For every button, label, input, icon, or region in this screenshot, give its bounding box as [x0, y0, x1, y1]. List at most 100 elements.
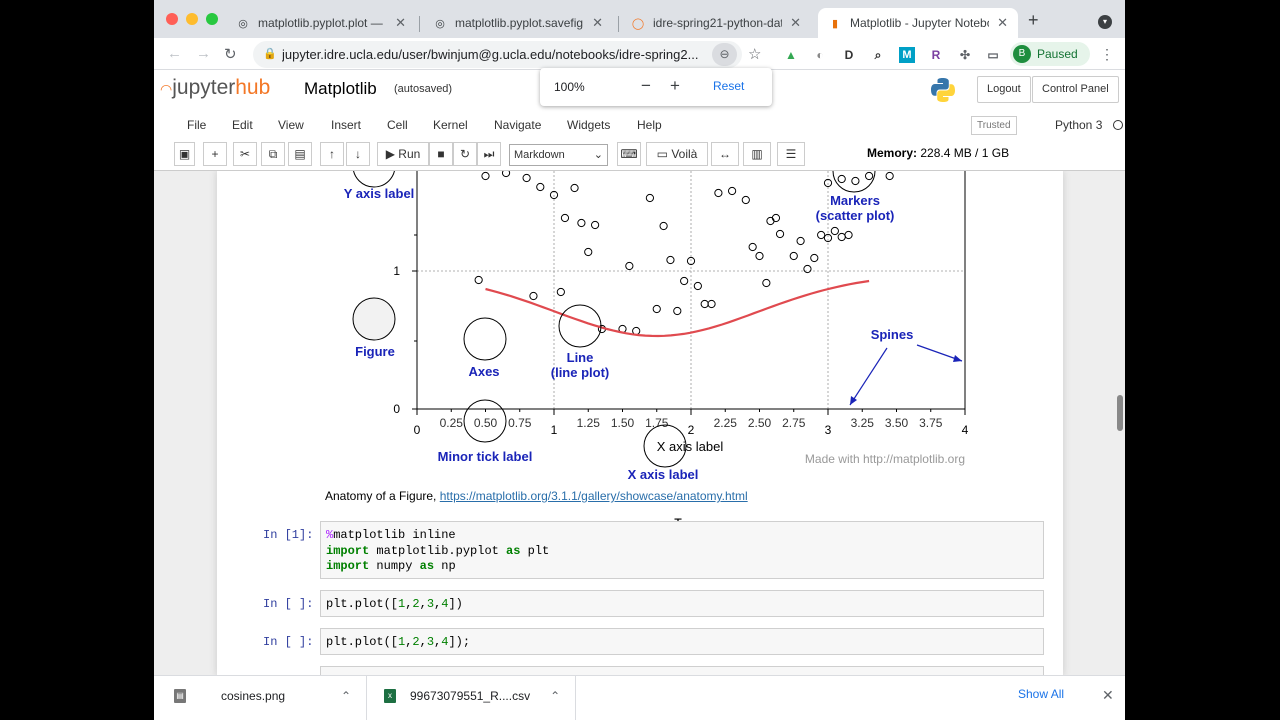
bar-chart-icon[interactable]: ▥ — [743, 142, 771, 166]
code-cell-4[interactable] — [320, 666, 1044, 675]
zoom-in-button[interactable]: + — [670, 76, 680, 96]
tab-search-icon[interactable]: ▾ — [1098, 15, 1112, 29]
minor-tick-label-annotation: Minor tick label — [438, 449, 533, 464]
tab-matplotlib-plot[interactable]: ◎ matplotlib.pyplot.plot — Ma ✕ — [226, 8, 416, 38]
download-item-csv[interactable]: x 99673079551_R....csv ⌃ — [384, 689, 564, 703]
menu-edit[interactable]: Edit — [232, 118, 253, 132]
chevron-up-icon[interactable]: ⌃ — [550, 689, 560, 703]
address-bar[interactable]: 🔒 jupyter.idre.ucla.edu/user/bwinjum@g.u… — [253, 41, 742, 68]
restart-icon[interactable]: ↻ — [453, 142, 477, 166]
y-tick-label: 0 — [393, 402, 400, 416]
control-panel-button[interactable]: Control Panel — [1032, 76, 1119, 103]
extension-r-icon[interactable]: R — [928, 47, 944, 63]
x-minor-tick-label: 3.50 — [885, 416, 909, 430]
code-cell-2[interactable]: plt.plot([1,2,3,4]) — [320, 590, 1044, 617]
logout-button[interactable]: Logout — [977, 76, 1031, 103]
extension-circle-icon[interactable]: ◐ — [812, 47, 828, 63]
cut-icon[interactable]: ✂ — [233, 142, 257, 166]
maximize-window-icon[interactable] — [206, 13, 218, 25]
close-tab-icon[interactable]: ✕ — [395, 15, 406, 31]
show-all-button[interactable]: Show All — [1018, 687, 1064, 701]
x-major-tick-label: 0 — [414, 423, 421, 437]
zoom-reset-button[interactable]: Reset — [713, 79, 744, 93]
forward-icon[interactable]: → — [196, 45, 211, 62]
browser-menu-icon[interactable]: ⋮ — [1100, 46, 1114, 63]
menu-help[interactable]: Help — [637, 118, 662, 132]
minimize-window-icon[interactable] — [186, 13, 198, 25]
anatomy-link[interactable]: https://matplotlib.org/3.1.1/gallery/sho… — [440, 489, 748, 503]
save-icon[interactable]: ▣ — [174, 142, 195, 166]
scatter-marker — [700, 299, 709, 309]
copy-icon[interactable]: ⧉ — [261, 142, 285, 166]
python-logo-icon — [931, 78, 955, 102]
bookmark-star-icon[interactable]: ☆ — [748, 45, 761, 63]
close-downloads-icon[interactable]: ✕ — [1102, 687, 1114, 704]
menu-kernel[interactable]: Kernel — [433, 118, 468, 132]
extensions-puzzle-icon[interactable]: ✣ — [957, 47, 973, 63]
menu-navigate[interactable]: Navigate — [494, 118, 541, 132]
profile-button[interactable]: B Paused — [1010, 42, 1090, 66]
x-axis-label-annotation: X axis label — [628, 467, 699, 482]
extension-m-icon[interactable]: M — [899, 47, 915, 63]
made-with-text: Made with http://matplotlib.org — [805, 452, 965, 466]
extension-search-icon[interactable]: ⌕ — [870, 47, 886, 63]
zoom-out-button[interactable]: − — [641, 76, 651, 96]
scrollbar-thumb[interactable] — [1117, 395, 1123, 431]
new-tab-icon[interactable]: + — [1028, 10, 1039, 31]
code-cell-3[interactable]: plt.plot([1,2,3,4]); — [320, 628, 1044, 655]
scatter-marker — [666, 255, 675, 265]
close-window-icon[interactable] — [166, 13, 178, 25]
code-cell-1[interactable]: %matplotlib inline import matplotlib.pyp… — [320, 521, 1044, 579]
run-button[interactable]: ▶ Run — [377, 142, 429, 166]
download-item-png[interactable]: ▤ cosines.png ⌃ — [174, 689, 354, 703]
paste-icon[interactable]: ▤ — [288, 142, 312, 166]
line-annotation: Line — [567, 350, 594, 365]
close-tab-icon[interactable]: ✕ — [790, 15, 801, 31]
code-line: plt.plot([1,2,3,4]) — [326, 597, 463, 611]
back-icon[interactable]: ← — [167, 45, 182, 62]
menu-file[interactable]: File — [187, 118, 206, 132]
trusted-badge[interactable]: Trusted — [971, 116, 1017, 135]
url-text[interactable]: jupyter.idre.ucla.edu/user/bwinjum@g.ucl… — [282, 47, 702, 62]
notebook-menubar: File Edit View Insert Cell Kernel Naviga… — [171, 114, 1123, 136]
move-up-icon[interactable]: ↑ — [320, 142, 344, 166]
expand-icon[interactable]: ↔ — [711, 142, 739, 166]
zoom-icon[interactable]: ⊖ — [712, 43, 737, 66]
code-line: import matplotlib.pyplot as plt — [326, 543, 550, 558]
menu-widgets[interactable]: Widgets — [567, 118, 610, 132]
move-down-icon[interactable]: ↓ — [346, 142, 370, 166]
tab-matplotlib-notebook[interactable]: ▮ Matplotlib - Jupyter Notebo ✕ — [818, 8, 1018, 38]
scatter-marker — [851, 176, 860, 186]
scatter-marker — [762, 278, 771, 288]
notebook-title[interactable]: Matplotlib — [304, 79, 377, 99]
reload-icon[interactable]: ↻ — [224, 45, 237, 63]
menu-insert[interactable]: Insert — [331, 118, 361, 132]
notebook-area[interactable]: 1 0 0 1 2 3 4 0.25 0.50 0.75 1.25 1.50 1.75 2.25 2.50 2… — [154, 170, 1125, 675]
tab-matplotlib-savefig[interactable]: ◎ matplotlib.pyplot.savefig — ✕ — [423, 8, 613, 38]
close-tab-icon[interactable]: ✕ — [592, 15, 603, 31]
extension-d-icon[interactable]: D — [841, 47, 857, 63]
scatter-marker — [885, 171, 894, 181]
code-line: import numpy as np — [326, 559, 456, 573]
jupyterhub-logo[interactable]: ◠jupyterhub — [160, 76, 270, 100]
restart-run-all-icon[interactable]: ⏭ — [477, 142, 501, 166]
list-icon[interactable]: ☰ — [777, 142, 805, 166]
keyboard-icon[interactable]: ⌨ — [617, 142, 641, 166]
x-minor-tick-label: 3.75 — [919, 416, 943, 430]
voila-button[interactable]: ▭ Voilà — [646, 142, 708, 166]
browser-toolbar: ← → ↻ 🔒 jupyter.idre.ucla.edu/user/bwinj… — [154, 38, 1125, 70]
chevron-up-icon[interactable]: ⌃ — [341, 689, 351, 703]
google-drive-icon[interactable]: ▲ — [783, 47, 799, 63]
run-icon: ▶ — [385, 147, 395, 161]
menu-view[interactable]: View — [278, 118, 304, 132]
insert-cell-icon[interactable]: + — [203, 142, 227, 166]
cell-type-select[interactable]: Markdown ⌄ — [509, 144, 608, 166]
interrupt-icon[interactable]: ■ — [429, 142, 453, 166]
close-tab-icon[interactable]: ✕ — [997, 15, 1008, 31]
menu-cell[interactable]: Cell — [387, 118, 408, 132]
scatter-marker — [830, 226, 839, 236]
tab-idre-spring21[interactable]: ◯ idre-spring21-python-data ✕ — [621, 8, 811, 38]
kernel-name[interactable]: Python 3 — [1055, 118, 1102, 132]
cast-icon[interactable]: ▭ — [985, 47, 1001, 63]
tab-title: matplotlib.pyplot.savefig — — [455, 16, 585, 30]
